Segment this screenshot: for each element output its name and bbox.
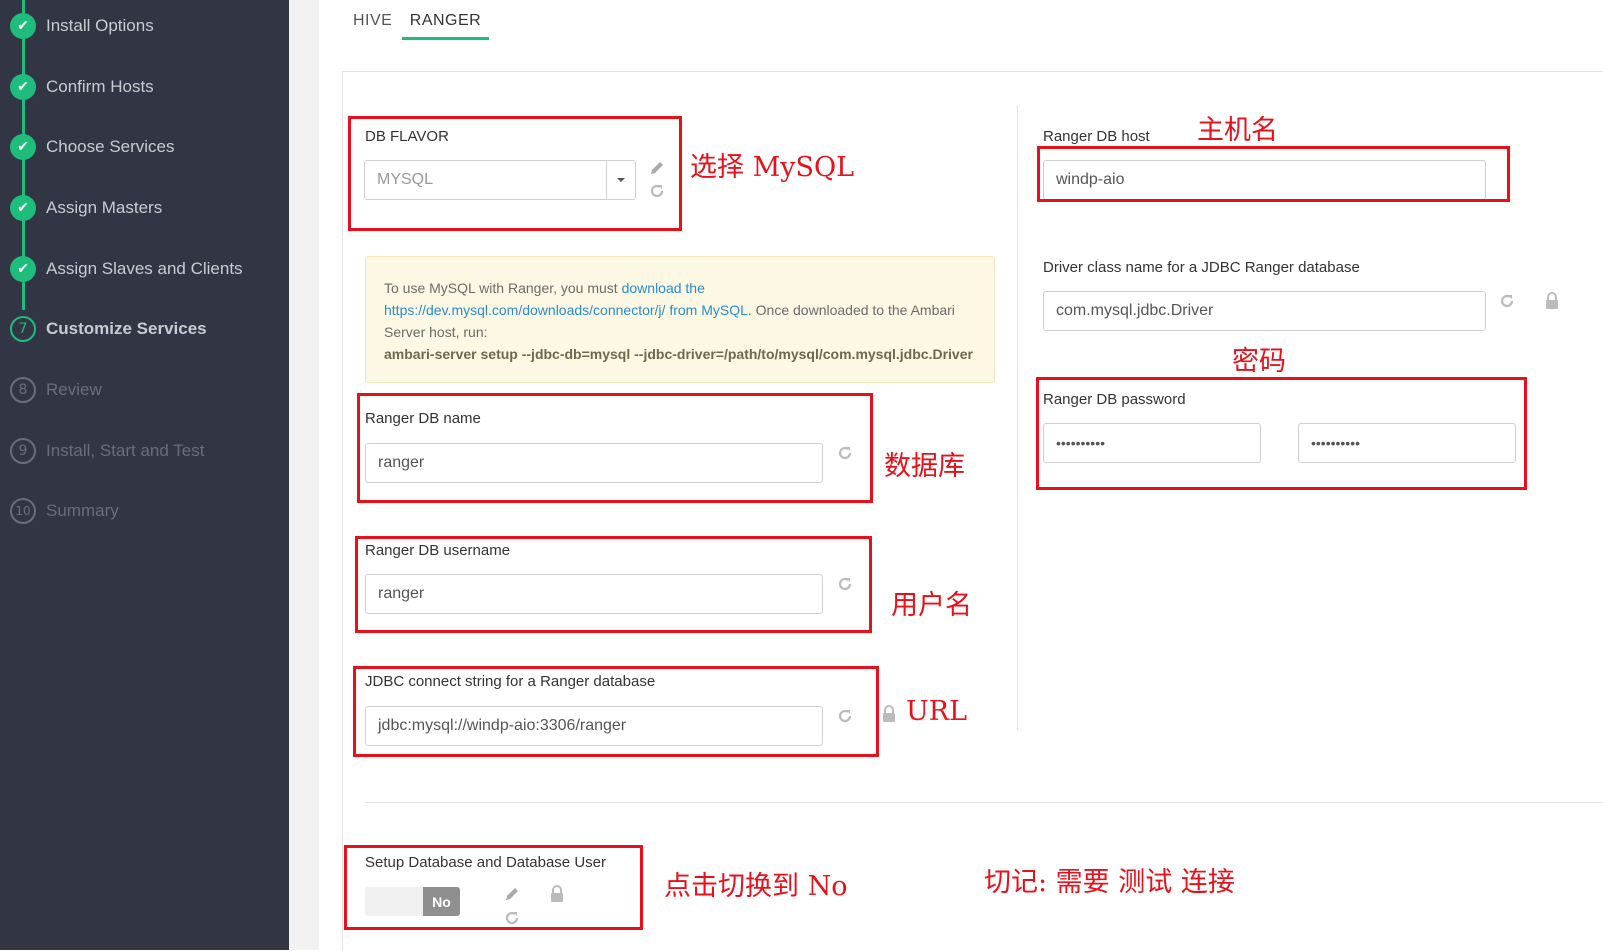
annotation-switch-no: 点击切换到 No	[664, 871, 848, 902]
column-divider	[1017, 106, 1018, 730]
step-install-options[interactable]: ✔ Install Options	[10, 11, 154, 41]
step-label: Customize Services	[46, 319, 207, 338]
notice-text: To use MySQL with Ranger, you must	[384, 280, 622, 296]
step-label: Install Options	[46, 16, 154, 35]
annotation-url: URL	[906, 696, 968, 727]
step-assign-slaves[interactable]: ✔ Assign Slaves and Clients	[10, 254, 243, 284]
lock-icon	[1543, 292, 1561, 310]
check-icon: ✔	[10, 195, 36, 221]
lock-icon	[880, 705, 898, 723]
annotation-username: 用户名	[891, 590, 972, 621]
check-icon: ✔	[10, 134, 36, 160]
highlight-db-name	[357, 393, 873, 503]
annotation-hostname: 主机名	[1197, 115, 1278, 146]
step-assign-masters[interactable]: ✔ Assign Masters	[10, 193, 162, 223]
step-customize-services[interactable]: 7 Customize Services	[10, 314, 207, 344]
step-number: 7	[10, 316, 36, 342]
step-summary: 10 Summary	[10, 496, 119, 526]
highlight-db-password	[1036, 377, 1527, 490]
tab-hive[interactable]: HIVE	[353, 12, 392, 30]
step-number: 8	[10, 377, 36, 403]
step-label: Choose Services	[46, 137, 175, 156]
db-host-label: Ranger DB host	[1043, 128, 1150, 145]
annotation-select-mysql: 选择 MySQL	[690, 152, 855, 183]
tab-ranger[interactable]: RANGER	[402, 12, 489, 40]
check-icon: ✔	[10, 13, 36, 39]
highlight-db-host	[1037, 146, 1510, 202]
highlight-db-flavor	[348, 116, 682, 231]
driver-class-label: Driver class name for a JDBC Ranger data…	[1043, 259, 1360, 276]
annotation-database: 数据库	[884, 451, 965, 482]
highlight-jdbc-url	[353, 666, 879, 757]
step-label: Install, Start and Test	[46, 441, 205, 460]
step-number: 9	[10, 438, 36, 464]
download-link[interactable]: download the	[622, 280, 705, 296]
wizard-sidebar: ✔ Install Options ✔ Confirm Hosts ✔ Choo…	[0, 0, 289, 950]
mysql-connector-link[interactable]: https://dev.mysql.com/downloads/connecto…	[384, 302, 748, 318]
step-label: Assign Masters	[46, 198, 163, 217]
highlight-db-username	[355, 536, 872, 633]
annotation-password: 密码	[1232, 346, 1286, 377]
check-icon: ✔	[10, 256, 36, 282]
setup-command: ambari-server setup --jdbc-db=mysql --jd…	[384, 346, 973, 362]
highlight-setup-db	[344, 845, 643, 930]
mysql-driver-notice: To use MySQL with Ranger, you must downl…	[365, 256, 995, 383]
step-install-start-test: 9 Install, Start and Test	[10, 436, 204, 466]
section-divider	[365, 802, 1603, 803]
annotation-reminder: 切记: 需要 测试 连接	[984, 867, 1235, 898]
step-label: Confirm Hosts	[46, 77, 154, 96]
refresh-icon[interactable]	[1498, 292, 1516, 310]
content-gutter	[289, 0, 319, 950]
step-label: Assign Slaves and Clients	[46, 259, 243, 278]
driver-class-input[interactable]: com.mysql.jdbc.Driver	[1043, 291, 1486, 331]
step-label: Summary	[46, 501, 119, 520]
step-review: 8 Review	[10, 375, 102, 405]
step-confirm-hosts[interactable]: ✔ Confirm Hosts	[10, 72, 154, 102]
step-label: Review	[46, 380, 102, 399]
step-number: 10	[10, 498, 36, 524]
check-icon: ✔	[10, 74, 36, 100]
step-choose-services[interactable]: ✔ Choose Services	[10, 132, 175, 162]
